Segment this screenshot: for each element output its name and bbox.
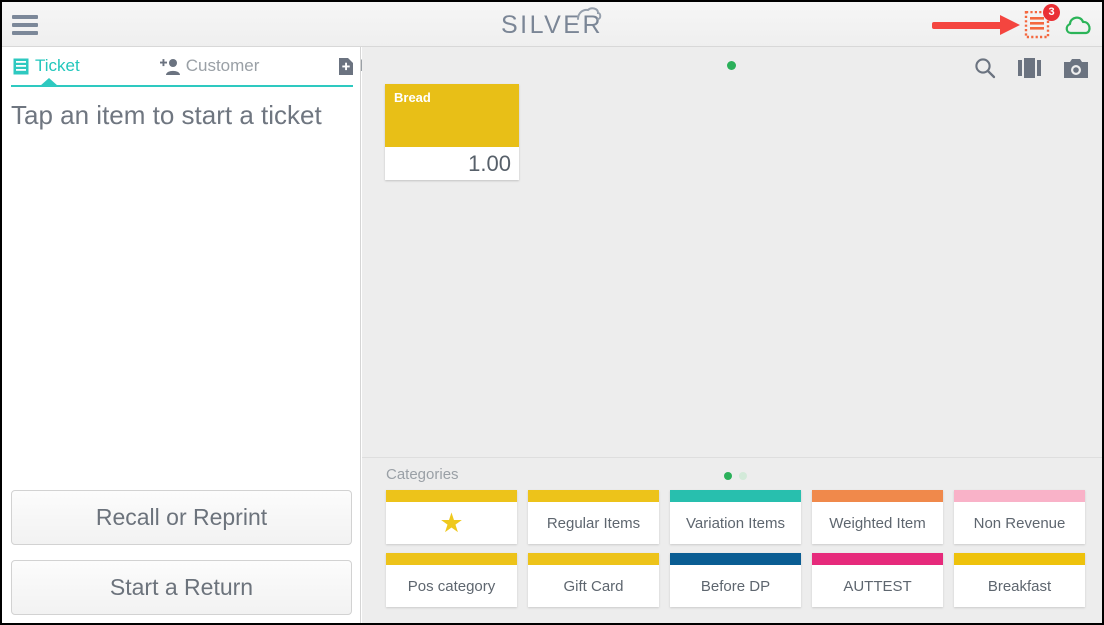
item-tile-price: 1.00 (385, 147, 519, 180)
active-tab-underline (11, 85, 353, 87)
category-color-bar (386, 553, 517, 565)
category-tile-favorites[interactable]: ★ (386, 490, 517, 544)
recall-or-reprint-button[interactable]: Recall or Reprint (11, 490, 352, 545)
category-tile-weighted-item[interactable]: Weighted Item (812, 490, 943, 544)
category-color-bar (954, 553, 1085, 565)
categories-page-dots[interactable] (724, 472, 747, 480)
cloud-icon (1065, 16, 1091, 35)
item-tile[interactable]: Bread 1.00 (385, 84, 519, 180)
camera-icon[interactable] (1064, 58, 1088, 78)
search-icon[interactable] (974, 57, 996, 79)
category-label: ★ (386, 502, 517, 544)
category-label: Gift Card (563, 577, 624, 595)
items-page-indicator[interactable] (727, 61, 736, 70)
active-tab-caret (40, 78, 58, 86)
category-tile-non-revenue[interactable]: Non Revenue (954, 490, 1085, 544)
categories-page-dot[interactable] (739, 472, 747, 480)
open-tickets-badge: 3 (1043, 4, 1060, 21)
start-a-return-button[interactable]: Start a Return (11, 560, 352, 615)
arrow-head (1000, 15, 1020, 35)
categories-page-dot-active[interactable] (724, 472, 732, 480)
category-label: Pos category (407, 577, 496, 595)
category-color-bar (386, 490, 517, 502)
category-color-bar (670, 490, 801, 502)
category-tile-auttest[interactable]: AUTTEST (812, 553, 943, 607)
cloud-sync-button[interactable] (1064, 14, 1094, 36)
hamburger-bar (12, 23, 38, 27)
category-label: Breakfast (987, 577, 1052, 595)
item-panel-toolbar (974, 57, 1088, 79)
category-color-bar (670, 553, 801, 565)
star-icon: ★ (439, 507, 464, 538)
category-color-bar (812, 490, 943, 502)
hamburger-bar (12, 15, 38, 19)
item-tile-name: Bread (394, 90, 431, 105)
tab-customer[interactable]: Customer (159, 47, 260, 85)
category-label: Non Revenue (973, 514, 1066, 532)
category-color-bar (812, 553, 943, 565)
category-tile-before-dp[interactable]: Before DP (670, 553, 801, 607)
category-tile-regular-items[interactable]: Regular Items (528, 490, 659, 544)
hamburger-menu-icon[interactable] (12, 15, 40, 35)
category-tile-breakfast[interactable]: Breakfast (954, 553, 1085, 607)
file-add-icon (339, 57, 354, 75)
category-color-bar (954, 490, 1085, 502)
pos-app-window: SILVER 3 Ticket Customer Tap an item to … (0, 0, 1104, 625)
category-label: Variation Items (686, 514, 785, 532)
category-color-bar (528, 490, 659, 502)
category-label: Regular Items (546, 514, 641, 532)
open-tickets-button[interactable]: 3 (1022, 4, 1060, 41)
app-body: Ticket Customer Tap an item to start a t… (2, 47, 1102, 623)
category-label: Before DP (700, 577, 771, 595)
category-color-bar (528, 553, 659, 565)
category-label: AUTTEST (843, 577, 912, 595)
ticket-list-icon (13, 58, 29, 75)
categories-section: Categories ★ Regular Items Variation Ite… (362, 457, 1102, 623)
annotation-arrow-icon (932, 15, 1022, 35)
category-label: Weighted Item (829, 514, 926, 532)
hamburger-bar (12, 31, 38, 35)
item-tile-color-area: Bread (385, 84, 519, 147)
grid-layout-icon[interactable] (1018, 58, 1042, 78)
arrow-shaft (932, 22, 1004, 29)
categories-grid: ★ Regular Items Variation Items Weighted… (386, 490, 1086, 607)
category-tile-variation-items[interactable]: Variation Items (670, 490, 801, 544)
empty-ticket-message: Tap an item to start a ticket (11, 100, 322, 130)
items-area: Bread 1.00 (362, 47, 1102, 457)
add-person-icon (159, 58, 180, 75)
category-tile-gift-card[interactable]: Gift Card (528, 553, 659, 607)
category-tile-pos-category[interactable]: Pos category (386, 553, 517, 607)
item-panel: Bread 1.00 Categories ★ Regular Items Va… (362, 47, 1102, 623)
categories-header: Categories (386, 466, 459, 483)
sidebar-actions: Recall or Reprint Start a Return (11, 490, 352, 615)
app-header: SILVER 3 (2, 2, 1102, 47)
tab-customer-label: Customer (185, 56, 260, 75)
tab-ticket-label: Ticket (35, 56, 80, 75)
ticket-sidebar: Ticket Customer Tap an item to start a t… (2, 47, 388, 623)
logo-cloud-icon (577, 7, 602, 20)
